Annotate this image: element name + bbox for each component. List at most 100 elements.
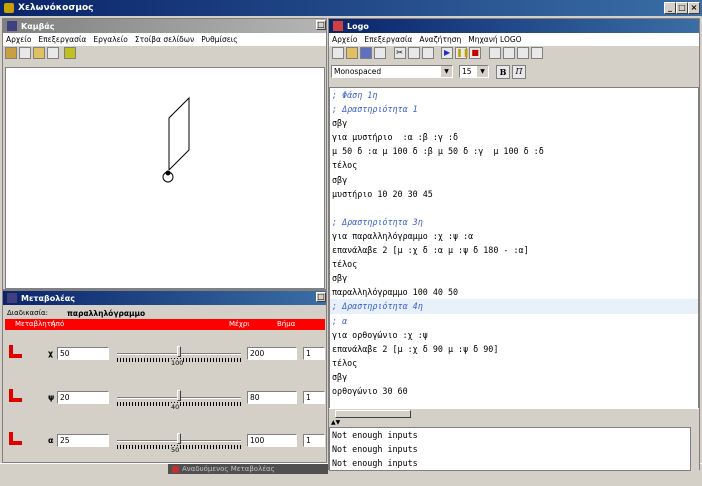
canvas-menu-file[interactable]: Αρχείο — [6, 35, 31, 44]
code-line: για παραλληλόγραμμο :χ :ψ :α — [332, 230, 474, 241]
output-line: Not enough inputs — [332, 444, 418, 454]
slider-value: 40 — [171, 403, 180, 411]
code-line: επανάλαβε 2 [μ :χ δ 90 μ :ψ δ 90] — [332, 343, 499, 354]
turtle-pen-dot — [165, 170, 171, 176]
logo-menu-file[interactable]: Αρχείο — [332, 35, 357, 44]
logo-menu-engine[interactable]: Μηχανή LOGO — [468, 35, 521, 44]
chevron-down-icon[interactable]: ▼ — [441, 66, 452, 77]
variable-step-field[interactable]: 1 — [303, 434, 325, 447]
font-size-select[interactable]: 15 ▼ — [459, 65, 489, 78]
variables-title-bar: Μεταβολέας — [3, 291, 326, 305]
minimize-button[interactable]: _ — [664, 2, 676, 14]
canvas-menu-edit[interactable]: Επεξεργασία — [38, 35, 86, 44]
code-line: ; Φάση 1η — [332, 90, 378, 100]
variable-max-field[interactable]: 100 — [247, 434, 297, 447]
output-line: Not enough inputs — [332, 430, 418, 440]
replace-icon[interactable] — [516, 47, 529, 59]
taskbar-item-label: Αναδυόμενος Μεταβολέας — [182, 465, 275, 473]
variable-max-field[interactable]: 200 — [247, 347, 297, 360]
find-next-icon[interactable] — [502, 47, 515, 59]
canvas-title: Καμβάς — [21, 21, 55, 31]
canvas-toolbar — [3, 46, 326, 61]
editor-horizontal-scrollbar[interactable] — [329, 408, 699, 418]
variable-slider[interactable]: 50 — [117, 433, 241, 455]
find-icon[interactable] — [488, 47, 501, 59]
code-line: ; α — [332, 315, 348, 326]
variable-row-icon — [9, 432, 22, 445]
canvas-menu-page-stack[interactable]: Στοίβα σελίδων — [135, 35, 194, 44]
maximize-button[interactable]: □ — [676, 2, 688, 14]
code-line: για ορθογώνιο :χ :ψ — [332, 329, 428, 340]
cut-icon[interactable]: ✂ — [393, 47, 406, 59]
bold-button[interactable]: B — [496, 65, 510, 79]
font-size-value: 15 — [462, 67, 472, 76]
code-editor[interactable]: ; Φάση 1η ; Δραστηριότητα 1 σβγ για μυστήρι… — [329, 87, 699, 417]
logo-title: Logo — [347, 21, 369, 31]
save-icon[interactable] — [360, 47, 372, 59]
variable-step-field[interactable]: 1 — [303, 391, 325, 404]
variable-value-field[interactable]: 25 — [57, 434, 109, 447]
paste-icon[interactable] — [421, 47, 434, 59]
turtle-icon[interactable] — [64, 47, 76, 59]
slider-value: 50 — [171, 446, 180, 454]
variable-name: α — [48, 436, 54, 445]
new-page-icon[interactable] — [5, 47, 17, 59]
code-line: μυστήριο 10 20 30 45 — [332, 188, 433, 199]
canvas-menu-bar: Αρχείο Επεξεργασία Εργαλείο Στοίβα σελίδ… — [3, 33, 326, 46]
goto-icon[interactable] — [530, 47, 543, 59]
variables-maximize-button[interactable]: □ — [316, 292, 326, 302]
page-icon[interactable] — [19, 47, 31, 59]
close-button[interactable]: × — [688, 2, 700, 14]
split-arrows-icon[interactable]: ▲▼ — [331, 419, 351, 427]
drawing-canvas[interactable] — [5, 67, 325, 289]
copy-icon[interactable] — [407, 47, 420, 59]
canvas-title-bar: Καμβάς — [3, 19, 326, 33]
slider-thumb[interactable] — [177, 433, 181, 444]
canvas-menu-settings[interactable]: Ρυθμίσεις — [201, 35, 238, 44]
stop-icon[interactable]: ■ — [469, 47, 482, 59]
logo-title-bar: Logo — [329, 19, 699, 33]
print-icon[interactable] — [47, 47, 59, 59]
logo-menu-search[interactable]: Αναζήτηση — [419, 35, 461, 44]
slider-thumb[interactable] — [177, 346, 181, 357]
output-vertical-scrollbar[interactable] — [691, 427, 699, 471]
variable-slider[interactable]: 100 — [117, 346, 241, 368]
app-title-bar: Χελωνόκοσμος — [0, 0, 702, 16]
open-folder-icon[interactable] — [346, 47, 358, 59]
variable-max-field[interactable]: 80 — [247, 391, 297, 404]
run-icon[interactable]: ▶ — [441, 47, 454, 59]
procedure-name: παραλληλόγραμμο — [67, 309, 146, 318]
chevron-down-icon[interactable]: ▼ — [477, 66, 488, 77]
variables-icon — [172, 465, 179, 473]
pause-icon[interactable]: ❚❚ — [455, 47, 470, 59]
variables-window: Μεταβολέας □ Διαδικασία: παραλληλόγραμμο… — [2, 290, 327, 463]
taskbar-item[interactable]: Αναδυόμενος Μεταβολέας — [168, 464, 328, 474]
variable-slider[interactable]: 40 — [117, 390, 241, 412]
italic-button[interactable]: Π — [512, 65, 526, 79]
output-console[interactable]: Not enough inputs Not enough inputs Not … — [329, 427, 691, 471]
scrollbar-thumb[interactable] — [335, 410, 411, 418]
canvas-maximize-button[interactable]: □ — [316, 20, 326, 30]
logo-menu-edit[interactable]: Επεξεργασία — [364, 35, 412, 44]
variable-value-field[interactable]: 50 — [57, 347, 109, 360]
variable-name: χ — [48, 349, 54, 358]
code-lines: ; Φάση 1η ; Δραστηριότητα 1 σβγ για μυστήρι… — [330, 88, 698, 398]
header-from: Από — [51, 320, 65, 328]
logo-toolbar: ✂ ▶ ❚❚ ■ — [329, 46, 699, 62]
new-file-icon[interactable] — [332, 47, 344, 59]
code-line: ; Δραστηριότητα 4η — [330, 299, 698, 314]
variables-title: Μεταβολέας — [21, 293, 75, 303]
variable-value-field[interactable]: 20 — [57, 391, 109, 404]
font-name-select[interactable]: Monospaced ▼ — [331, 65, 453, 78]
print-icon[interactable] — [374, 47, 386, 59]
code-line: σβγ — [332, 118, 348, 129]
code-line: σβγ — [332, 174, 348, 185]
font-toolbar: Monospaced ▼ 15 ▼ B Π — [329, 62, 699, 80]
variable-step-field[interactable]: 1 — [303, 347, 325, 360]
variable-name: ψ — [48, 393, 55, 402]
open-folder-icon[interactable] — [33, 47, 45, 59]
logo-menu-bar: Αρχείο Επεξεργασία Αναζήτηση Μηχανή LOGO — [329, 33, 699, 46]
canvas-menu-tool[interactable]: Εργαλείο — [93, 35, 128, 44]
canvas-icon — [7, 21, 17, 31]
slider-thumb[interactable] — [177, 390, 181, 401]
